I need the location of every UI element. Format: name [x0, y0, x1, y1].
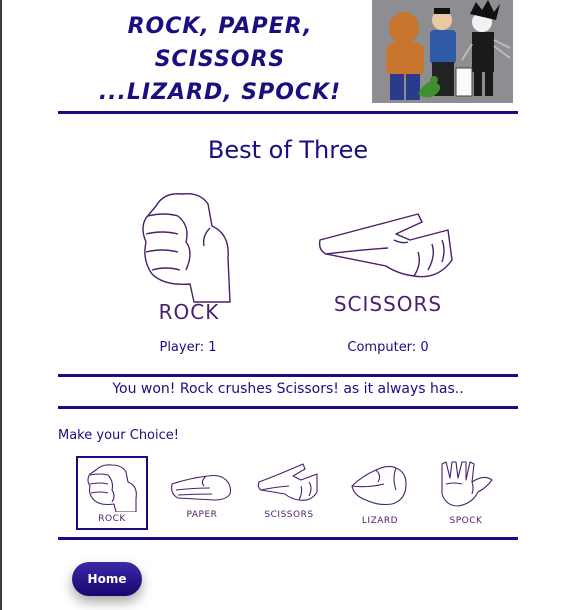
scissors-hand-icon	[257, 463, 318, 501]
choice-paper-label: PAPER	[186, 510, 218, 520]
divider-result-top	[58, 374, 518, 377]
divider-result-bottom	[58, 406, 518, 409]
choice-rock-label: ROCK	[98, 514, 126, 524]
title-line-2: ...Lizard, Spock!	[98, 80, 342, 105]
choice-lizard-button[interactable]: LIZARD	[344, 456, 416, 530]
rock-hand-icon	[87, 464, 137, 512]
player-rock-hand-icon	[134, 186, 244, 304]
choice-spock-label: SPOCK	[449, 516, 483, 526]
result-message: You won! Rock crushes Scissors! as it al…	[112, 381, 464, 397]
computer-scissors-hand-icon	[318, 200, 454, 286]
paper-hand-icon	[171, 474, 232, 501]
spock-hand-icon	[441, 461, 493, 507]
lizard-hand-icon	[351, 465, 407, 506]
divider-bottom	[58, 537, 518, 540]
choice-scissors-button[interactable]: SCISSORS	[253, 456, 325, 530]
game-mode-title: Best of Three	[207, 136, 369, 164]
left-border	[0, 0, 2, 610]
player-hand-label: ROCK	[158, 300, 220, 324]
choice-rock-button[interactable]: ROCK	[76, 456, 148, 530]
divider-top	[58, 111, 518, 114]
title-line-1: Rock, Paper, Scissors	[127, 14, 313, 72]
choice-lizard-label: LIZARD	[361, 516, 399, 526]
home-button[interactable]: Home	[72, 562, 142, 596]
choice-scissors-label: SCISSORS	[264, 510, 314, 520]
header-illustration	[372, 0, 513, 103]
page-title: Rock, Paper, Scissors ...Lizard, Spock!	[70, 10, 370, 109]
computer-score: Computer: 0	[347, 340, 429, 355]
player-score: Player: 1	[159, 340, 217, 355]
choice-prompt: Make your Choice!	[58, 428, 179, 443]
choice-paper-button[interactable]: PAPER	[166, 456, 238, 530]
choice-spock-button[interactable]: SPOCK	[430, 456, 502, 530]
computer-hand-label: SCISSORS	[333, 292, 443, 316]
